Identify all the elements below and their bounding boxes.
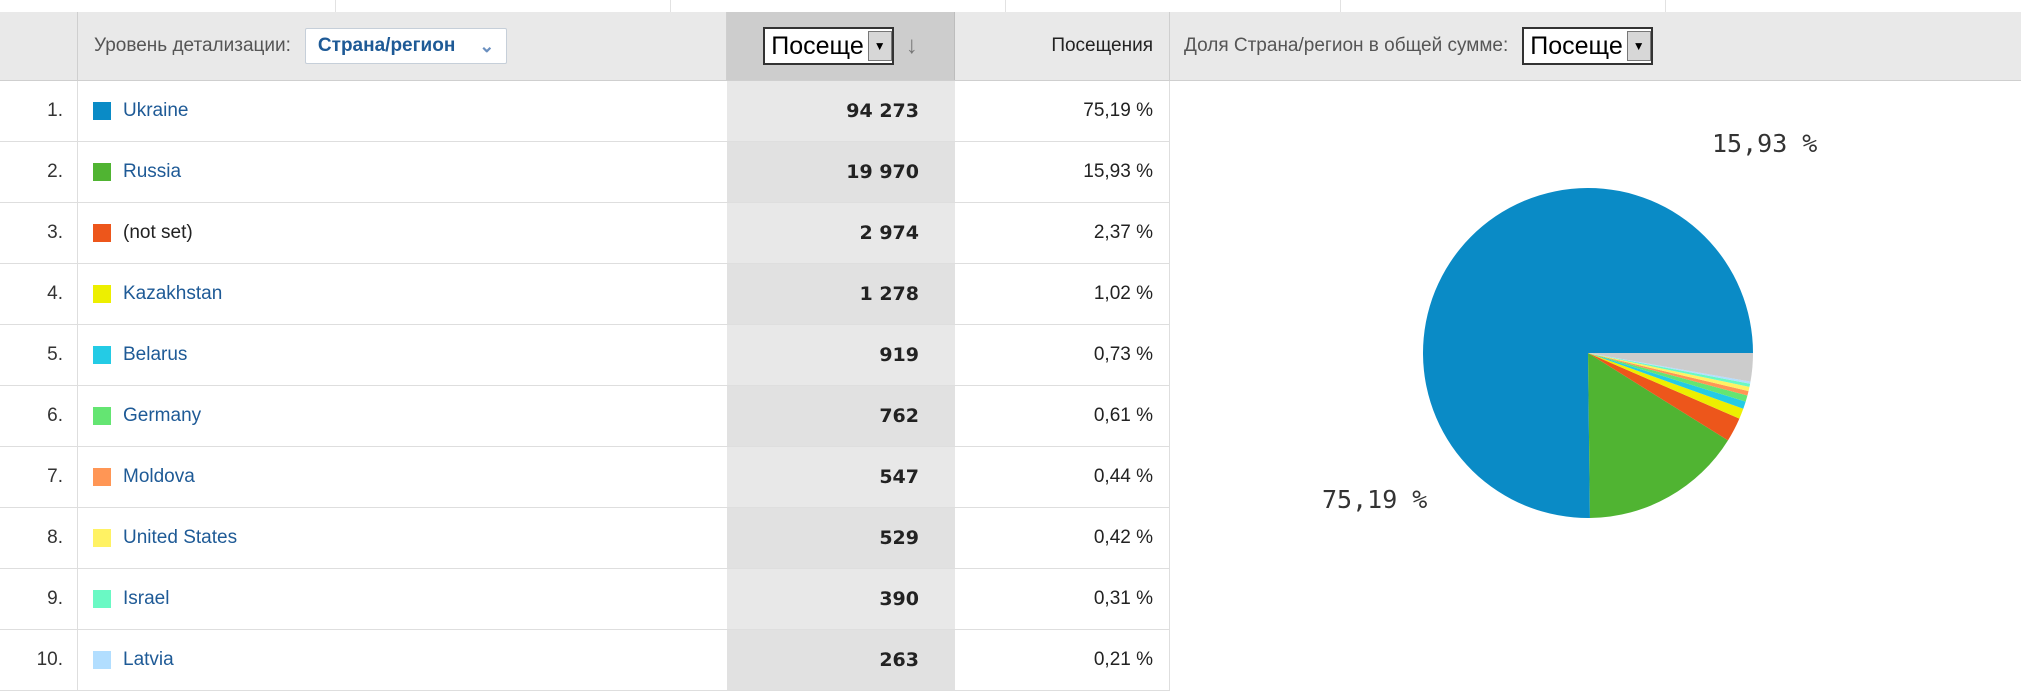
color-swatch <box>93 102 111 120</box>
table-row: 8. United States 529 0,42 % <box>0 508 1170 569</box>
pie-chart-area: 15,93 % 75,19 % <box>1170 81 2021 685</box>
color-swatch <box>93 529 111 547</box>
table-row: 9. Israel 390 0,31 % <box>0 569 1170 630</box>
row-visits-share: 2,37 % <box>955 203 1170 263</box>
metric-combo[interactable]: Посеще ▼ <box>763 27 894 65</box>
table-row: 4. Kazakhstan 1 278 1,02 % <box>0 264 1170 325</box>
row-dimension: Kazakhstan <box>78 264 727 324</box>
pie-data-label-ukraine: 75,19 % <box>1322 485 1428 514</box>
index-header <box>0 12 78 80</box>
country-link[interactable]: Belarus <box>123 344 187 366</box>
color-swatch <box>93 651 111 669</box>
row-dimension: Ukraine <box>78 81 727 141</box>
country-link[interactable]: Israel <box>123 588 169 610</box>
row-visits-value: 19 970 <box>727 142 955 202</box>
row-visits-value: 263 <box>727 630 955 690</box>
row-visits-value: 390 <box>727 569 955 629</box>
detail-level-label: Уровень детализации: <box>94 35 291 56</box>
pie-data-label-russia: 15,93 % <box>1712 129 1818 158</box>
table-row: 3. (not set) 2 974 2,37 % <box>0 203 1170 264</box>
color-swatch <box>93 285 111 303</box>
color-swatch <box>93 163 111 181</box>
row-index: 4. <box>0 264 78 324</box>
table-row: 7. Moldova 547 0,44 % <box>0 447 1170 508</box>
row-visits-value: 762 <box>727 386 955 446</box>
row-visits-value: 2 974 <box>727 203 955 263</box>
row-visits-value: 529 <box>727 508 955 568</box>
row-index: 2. <box>0 142 78 202</box>
row-dimension: Germany <box>78 386 727 446</box>
row-visits-share: 75,19 % <box>955 81 1170 141</box>
country-link[interactable]: Moldova <box>123 466 195 488</box>
row-index: 7. <box>0 447 78 507</box>
row-visits-value: 919 <box>727 325 955 385</box>
color-swatch <box>93 590 111 608</box>
color-swatch <box>93 468 111 486</box>
row-visits-value: 547 <box>727 447 955 507</box>
table-row: 2. Russia 19 970 15,93 % <box>0 142 1170 203</box>
table-header: Уровень детализации: Страна/регион ⌄ Пос… <box>0 12 2021 81</box>
row-dimension: (not set) <box>78 203 727 263</box>
table-row: 5. Belarus 919 0,73 % <box>0 325 1170 386</box>
share-header: Доля Страна/регион в общей сумме: Посеще… <box>1170 12 2021 80</box>
row-visits-share: 15,93 % <box>955 142 1170 202</box>
row-dimension: Russia <box>78 142 727 202</box>
share-metric-combo[interactable]: Посеще ▼ <box>1522 27 1653 65</box>
share-label: Доля Страна/регион в общей сумме: <box>1184 35 1509 56</box>
metric-combo-value: Посеще <box>771 31 864 60</box>
color-swatch <box>93 346 111 364</box>
visits-header-label: Посещения <box>1051 35 1153 56</box>
dropdown-arrow-icon[interactable]: ▼ <box>1626 31 1651 61</box>
row-dimension: Moldova <box>78 447 727 507</box>
share-combo-value: Посеще <box>1530 31 1623 60</box>
sort-descending-arrow-icon[interactable]: ↓ <box>906 32 918 60</box>
row-visits-share: 0,31 % <box>955 569 1170 629</box>
row-dimension: Belarus <box>78 325 727 385</box>
row-index: 6. <box>0 386 78 446</box>
row-index: 5. <box>0 325 78 385</box>
row-dimension: Latvia <box>78 630 727 690</box>
row-dimension: United States <box>78 508 727 568</box>
color-swatch <box>93 407 111 425</box>
country-link: (not set) <box>123 222 193 243</box>
country-link[interactable]: Ukraine <box>123 100 188 122</box>
dropdown-arrow-icon[interactable]: ▼ <box>867 31 892 61</box>
pie-chart <box>1423 188 1753 518</box>
table-row: 1. Ukraine 94 273 75,19 % <box>0 81 1170 142</box>
table-row: 10. Latvia 263 0,21 % <box>0 630 1170 691</box>
country-link[interactable]: Germany <box>123 405 201 427</box>
row-visits-share: 1,02 % <box>955 264 1170 324</box>
row-index: 9. <box>0 569 78 629</box>
row-visits-share: 0,44 % <box>955 447 1170 507</box>
color-swatch <box>93 224 111 242</box>
row-index: 8. <box>0 508 78 568</box>
row-visits-value: 1 278 <box>727 264 955 324</box>
row-visits-share: 0,21 % <box>955 630 1170 690</box>
dimension-select[interactable]: Страна/регион ⌄ <box>304 28 508 64</box>
metric-header: Посеще ▼ ↓ <box>727 12 955 80</box>
country-link[interactable]: Russia <box>123 161 181 183</box>
country-link[interactable]: Latvia <box>123 649 174 671</box>
row-index: 10. <box>0 630 78 690</box>
row-visits-share: 0,42 % <box>955 508 1170 568</box>
dimension-header: Уровень детализации: Страна/регион ⌄ <box>78 12 727 80</box>
row-visits-share: 0,73 % <box>955 325 1170 385</box>
row-index: 1. <box>0 81 78 141</box>
visits-header[interactable]: Посещения <box>955 12 1170 80</box>
dimension-select-value: Страна/регион <box>317 35 456 56</box>
row-visits-value: 94 273 <box>727 81 955 141</box>
double-chevron-down-icon: ⌄ <box>479 35 495 56</box>
table-row: 6. Germany 762 0,61 % <box>0 386 1170 447</box>
country-link[interactable]: Kazakhstan <box>123 283 222 305</box>
row-visits-share: 0,61 % <box>955 386 1170 446</box>
row-dimension: Israel <box>78 569 727 629</box>
row-index: 3. <box>0 203 78 263</box>
country-link[interactable]: United States <box>123 527 237 549</box>
